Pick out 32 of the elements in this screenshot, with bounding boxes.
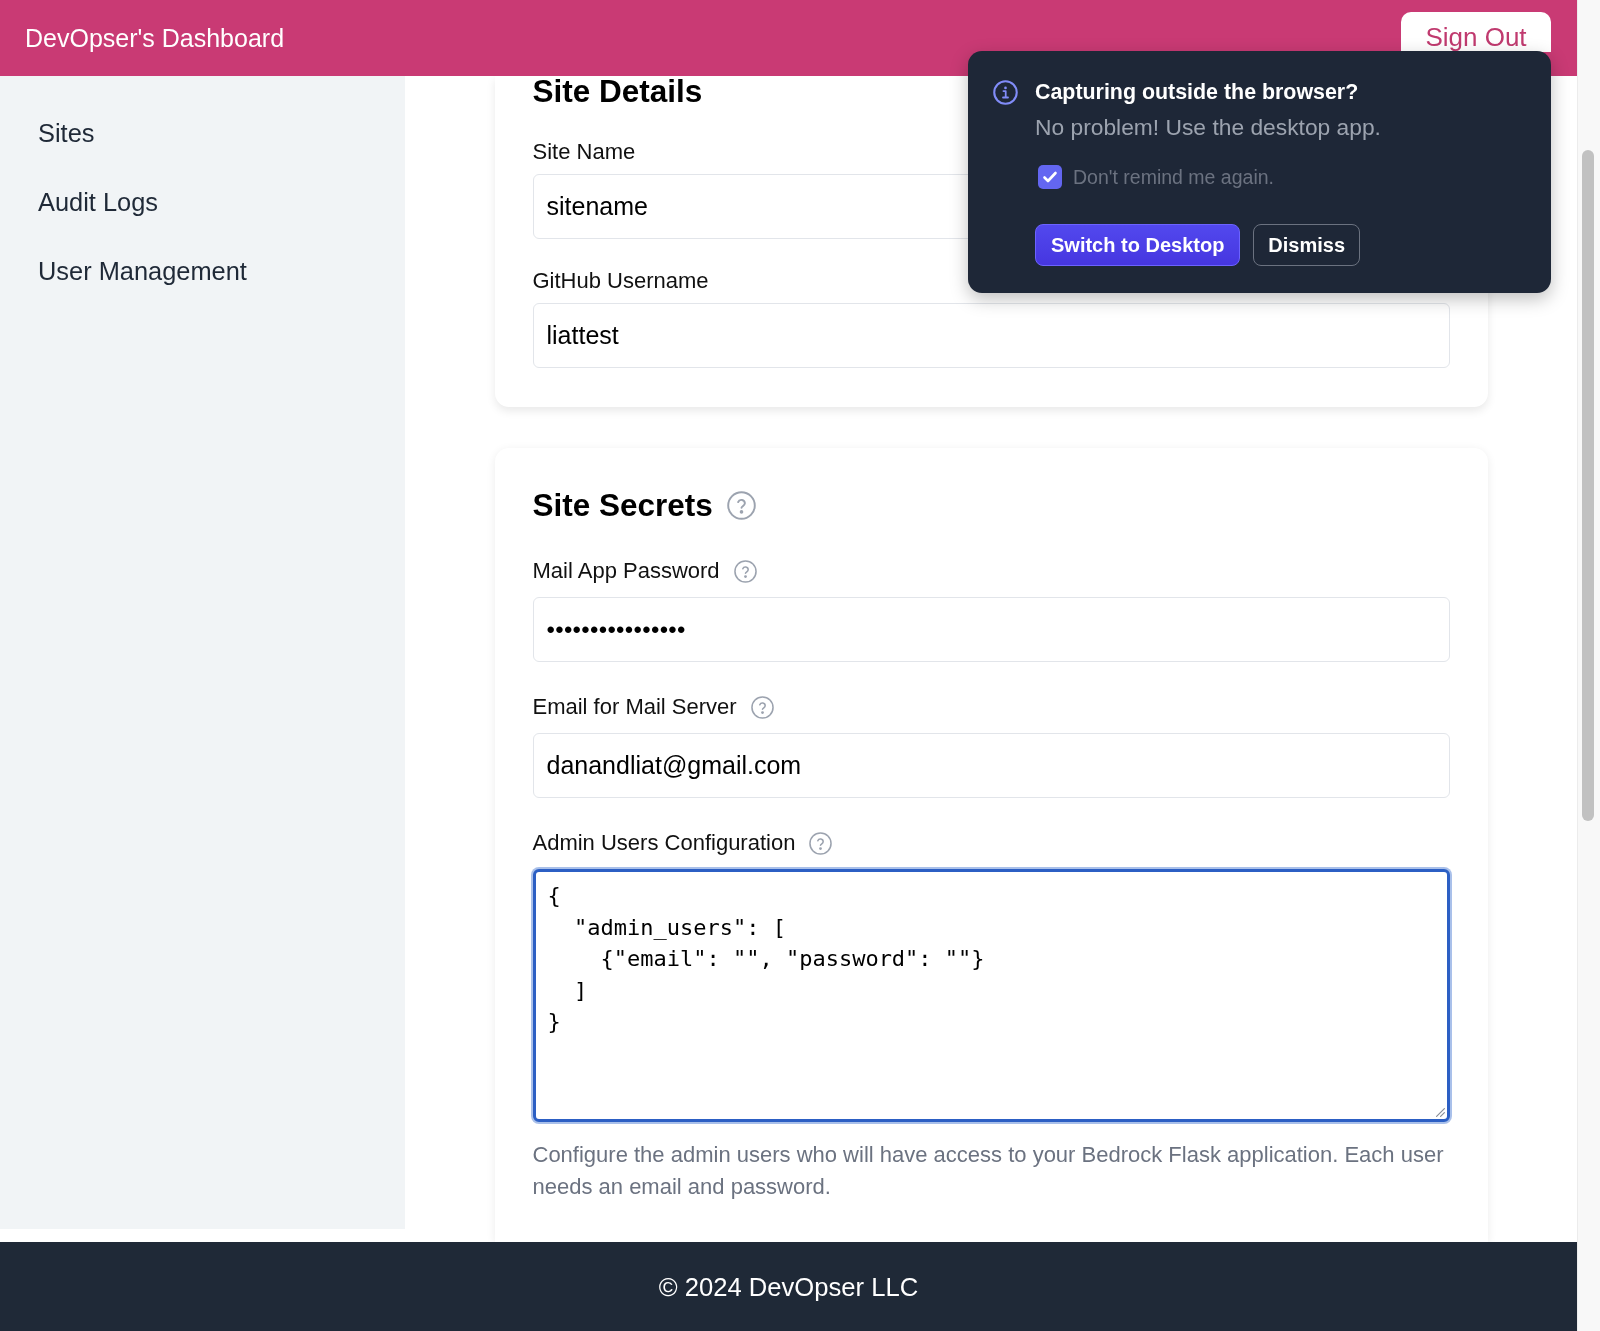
text-input-field[interactable]: liattest [532,303,1450,368]
field-label: Site Name [532,138,636,166]
sidebar-item[interactable]: User Management [38,255,247,287]
text-input-field[interactable]: danandliat@gmail.com [532,733,1450,798]
resize-grip-icon[interactable] [1434,1107,1445,1117]
field-label: GitHub Username [532,267,709,295]
help-icon[interactable] [733,559,757,583]
popup-message: No problem! Use the desktop app. [1035,113,1381,141]
password-field[interactable]: •••••••••••••••• [532,597,1450,662]
checkbox[interactable] [1038,165,1062,189]
field-label: Admin Users Configuration [532,829,796,857]
json-textarea[interactable]: { "admin_users": [ {"email": "", "password": ""} ] } [532,869,1450,1122]
help-icon[interactable] [750,695,774,719]
field-label: Email for Mail Server [532,693,737,721]
sign-out-button[interactable]: Sign Out [1401,12,1551,52]
copyright-text: © 2024 DevOpser LLC [658,1271,919,1303]
info-icon [993,80,1018,105]
dismiss-button[interactable]: Dismiss [1253,224,1361,266]
sidebar-item[interactable]: Sites [38,117,95,149]
app-title: DevOpser's Dashboard [25,23,285,53]
sidebar-item[interactable]: Audit Logs [38,186,158,218]
help-icon[interactable] [726,491,756,520]
field-label: Mail App Password [532,557,720,585]
checkbox-label: Don't remind me again. [1073,165,1274,189]
popup-title: Capturing outside the browser? [1035,79,1360,106]
help-text: Configure the admin users who will have access to your Bedrock Flask application. Each user needs an email and password. [532,1141,1445,1201]
scrollbar-thumb[interactable] [1582,150,1594,821]
section-title: Site Secrets [532,490,713,521]
section-title: Site Details [532,76,703,107]
help-icon[interactable] [809,831,833,855]
switch-button[interactable]: Switch to Desktop [1035,224,1241,266]
scrollbar-track[interactable] [1577,0,1600,1331]
